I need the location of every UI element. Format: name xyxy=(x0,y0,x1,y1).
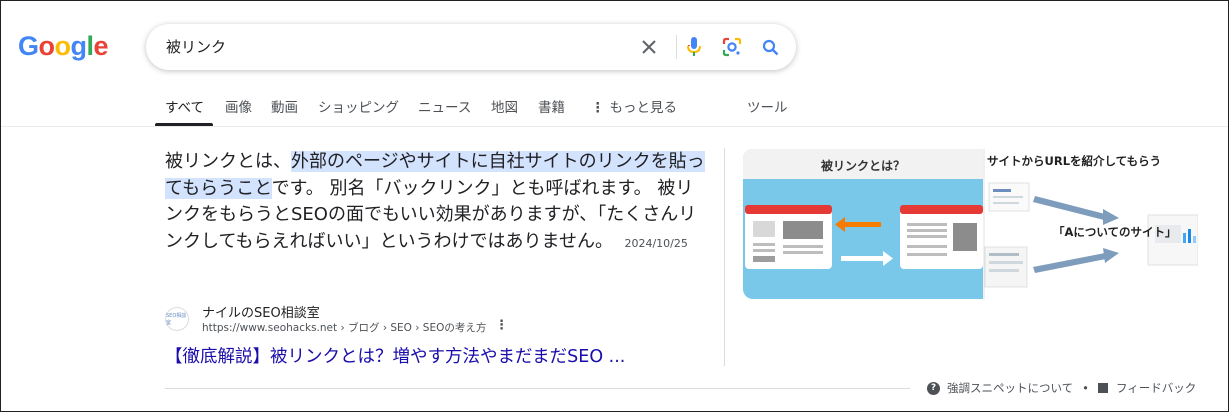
clear-icon[interactable] xyxy=(637,35,661,59)
footer-divider xyxy=(165,388,910,389)
snippet-divider xyxy=(724,148,725,366)
search-input[interactable]: 被リンク xyxy=(166,36,226,57)
tab-images[interactable]: 画像 xyxy=(225,96,252,116)
snippet-date: 2024/10/25 xyxy=(624,236,688,250)
featured-snippet-text: 被リンクとは、外部のページやサイトに自社サイトのリンクを貼ってもらうことです。 … xyxy=(165,149,705,257)
site-name[interactable]: ナイルのSEO相談室 xyxy=(202,302,320,321)
tab-maps[interactable]: 地図 xyxy=(491,96,518,116)
footer-separator: • xyxy=(1082,381,1089,395)
tab-videos[interactable]: 動画 xyxy=(271,96,298,116)
snippet-footer: ? 強調スニペットについて • フィードバック xyxy=(927,380,1196,396)
about-snippets-link[interactable]: 強調スニペットについて xyxy=(947,380,1073,396)
snippet-image[interactable]: 被リンクとは？ サイトからURLを紹介してもらう 「Aについてのサイト」 xyxy=(743,149,1198,299)
microphone-icon[interactable] xyxy=(682,35,706,59)
favicon-label: SEO相談室 xyxy=(166,313,187,326)
help-icon[interactable]: ? xyxy=(927,381,940,395)
image-right-title: サイトからURLを紹介してもらう xyxy=(987,154,1161,168)
tab-all[interactable]: すべて xyxy=(165,96,204,116)
tab-more-label: もっと見る xyxy=(609,100,678,116)
tab-books[interactable]: 書籍 xyxy=(538,96,565,116)
feedback-icon[interactable] xyxy=(1097,383,1108,393)
search-icon[interactable] xyxy=(758,35,782,59)
header-divider xyxy=(1,126,1228,127)
search-box[interactable]: 被リンク xyxy=(146,24,796,70)
result-title-link[interactable]: 【徹底解説】被リンクとは？増やす方法やまだまだSEO ... xyxy=(165,343,625,368)
tab-news[interactable]: ニュース xyxy=(418,96,471,116)
image-right-label: 「Aについてのサイト」 xyxy=(1053,225,1177,239)
image-left-title: 被リンクとは？ xyxy=(821,158,905,173)
search-divider xyxy=(676,35,677,59)
tab-tools[interactable]: ツール xyxy=(747,96,788,116)
feedback-link[interactable]: フィードバック xyxy=(1116,380,1196,396)
site-favicon: SEO相談室 xyxy=(165,307,189,331)
snippet-pre: 被リンクとは、 xyxy=(165,151,291,172)
google-logo[interactable]: Google xyxy=(18,31,109,62)
site-url[interactable]: https://www.seohacks.net › ブログ › SEO › S… xyxy=(202,320,486,335)
more-options-icon[interactable]: ⋮ xyxy=(495,318,508,333)
google-lens-icon[interactable] xyxy=(720,35,744,59)
tab-more[interactable]: ⋮ もっと見る xyxy=(591,96,677,116)
more-vert-icon: ⋮ xyxy=(591,100,605,116)
tab-shopping[interactable]: ショッピング xyxy=(318,96,399,116)
